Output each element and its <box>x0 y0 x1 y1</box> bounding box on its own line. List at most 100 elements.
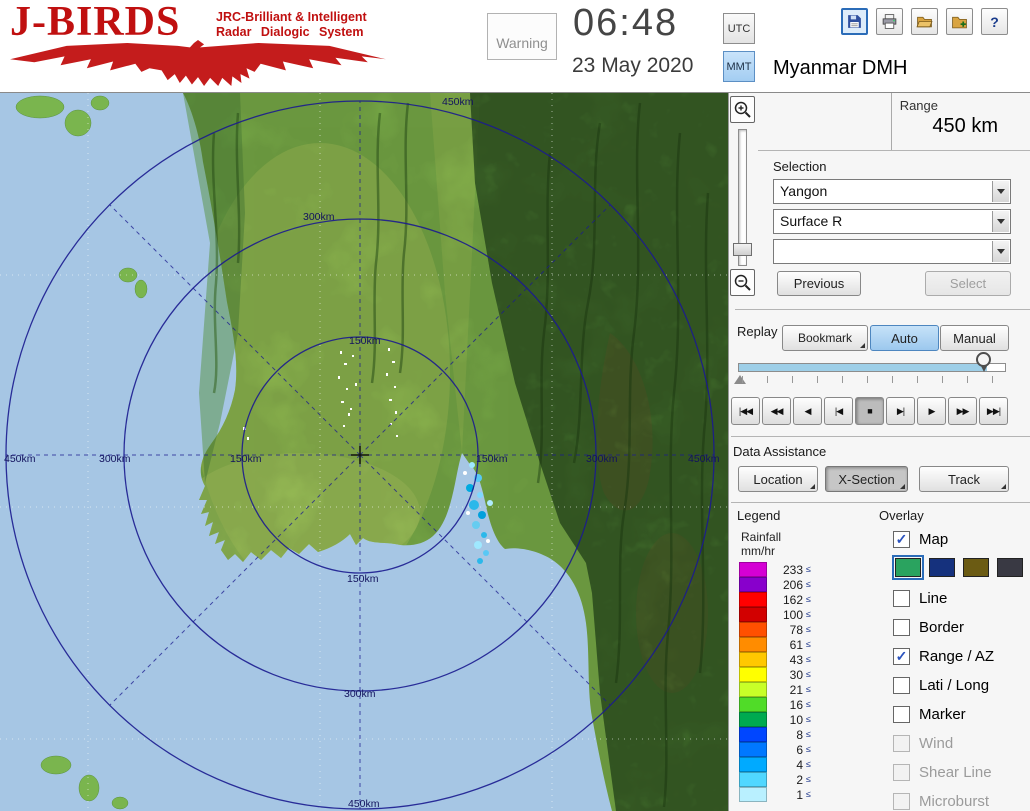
print-icon <box>881 13 898 30</box>
save-button[interactable] <box>841 8 868 35</box>
fast-rewind-button[interactable]: ◀◀ <box>762 397 791 425</box>
range-ring-label: 150km <box>349 335 381 347</box>
legend-value: 61 <box>775 638 803 652</box>
extra-dropdown[interactable] <box>773 239 1011 264</box>
legend-color-swatch <box>739 652 767 667</box>
map-color-swatch-gray[interactable] <box>997 558 1023 577</box>
stop-button[interactable]: ■ <box>855 397 884 425</box>
step-forward-button[interactable]: ▶| <box>886 397 915 425</box>
overlay-label: Range / AZ <box>919 648 994 665</box>
zoom-slider-thumb[interactable] <box>733 243 752 256</box>
overlay-row-line[interactable]: Line <box>893 588 947 608</box>
legend-value: 16 <box>775 698 803 712</box>
track-button[interactable]: Track <box>919 466 1009 492</box>
legend-row: 61≤ <box>739 637 811 652</box>
site-dropdown-button[interactable] <box>992 181 1009 202</box>
legend-value: 78 <box>775 623 803 637</box>
divider <box>735 309 1030 310</box>
bookmark-button[interactable]: Bookmark <box>782 325 868 351</box>
help-icon: ? <box>990 14 999 30</box>
marker-checkbox[interactable] <box>893 706 910 723</box>
legend-lte-icon: ≤ <box>806 594 811 604</box>
timezone-utc-button[interactable]: UTC <box>723 13 755 44</box>
chevron-down-icon <box>997 219 1005 224</box>
help-button[interactable]: ? <box>981 8 1008 35</box>
map-color-swatch-navy[interactable] <box>929 558 955 577</box>
rainfall-legend: 233≤ 206≤ 162≤ 100≤ 78≤ 61≤ 43≤ 30≤ 21≤ … <box>739 562 811 802</box>
product-dropdown[interactable]: Surface R <box>773 209 1011 234</box>
extra-dropdown-button[interactable] <box>992 241 1009 262</box>
legend-row: 30≤ <box>739 667 811 682</box>
replay-label: Replay <box>737 324 777 339</box>
wind-checkbox <box>893 735 910 752</box>
range-label: Range <box>900 98 938 113</box>
replay-timeline-thumb[interactable] <box>976 352 991 367</box>
legend-row: 8≤ <box>739 727 811 742</box>
play-button[interactable]: ▶ <box>917 397 946 425</box>
skip-to-end-button[interactable]: ▶▶| <box>979 397 1008 425</box>
overlay-label: Lati / Long <box>919 677 989 694</box>
map-color-swatch-green[interactable] <box>895 558 921 577</box>
divider <box>731 436 1030 437</box>
border-checkbox[interactable] <box>893 619 910 636</box>
overlay-row-map[interactable]: ✓ Map <box>893 529 948 549</box>
location-button[interactable]: Location <box>738 466 818 492</box>
auto-mode-button[interactable]: Auto <box>870 325 939 351</box>
fast-forward-button[interactable]: ▶▶ <box>948 397 977 425</box>
product-dropdown-button[interactable] <box>992 211 1009 232</box>
skip-to-start-button[interactable]: |◀◀ <box>731 397 760 425</box>
legend-row: 2≤ <box>739 772 811 787</box>
open-file-button[interactable] <box>911 8 938 35</box>
range-ring-label: 450km <box>4 453 36 465</box>
app-logo-subtitle: JRC-Brilliant & Intelligent Radar Dialog… <box>216 10 367 40</box>
zoom-in-button[interactable] <box>730 96 755 123</box>
legend-value: 4 <box>775 758 803 772</box>
legend-lte-icon: ≤ <box>806 579 811 589</box>
overlay-row-shear-line: Shear Line <box>893 762 992 782</box>
range-ring-label: 150km <box>230 453 262 465</box>
overlay-row-range-az[interactable]: ✓ Range / AZ <box>893 646 994 666</box>
toolbar: ? <box>841 8 1008 35</box>
legend-value: 100 <box>775 608 803 622</box>
select-button[interactable]: Select <box>925 271 1011 296</box>
control-panel: Range 450 km Selection Yangon Surface R … <box>728 93 1030 811</box>
previous-button[interactable]: Previous <box>777 271 861 296</box>
overlay-row-marker[interactable]: Marker <box>893 704 966 724</box>
legend-row: 1≤ <box>739 787 811 802</box>
line-checkbox[interactable] <box>893 590 910 607</box>
range-ring-label: 300km <box>99 453 131 465</box>
range-az-checkbox[interactable]: ✓ <box>893 648 910 665</box>
legend-color-swatch <box>739 682 767 697</box>
legend-color-swatch <box>739 577 767 592</box>
step-back-button[interactable]: |◀ <box>824 397 853 425</box>
replay-timeline-slider[interactable] <box>738 363 1006 372</box>
x-section-button[interactable]: X-Section <box>825 466 908 492</box>
legend-color-swatch <box>739 562 767 577</box>
timezone-mmt-button[interactable]: MMT <box>723 51 755 82</box>
map-color-swatch-olive[interactable] <box>963 558 989 577</box>
import-data-button[interactable] <box>946 8 973 35</box>
print-button[interactable] <box>876 8 903 35</box>
site-dropdown[interactable]: Yangon <box>773 179 1011 204</box>
legend-row: 4≤ <box>739 757 811 772</box>
play-reverse-button[interactable]: ◀ <box>793 397 822 425</box>
legend-lte-icon: ≤ <box>806 729 811 739</box>
map-checkbox[interactable]: ✓ <box>893 531 910 548</box>
manual-mode-button[interactable]: Manual <box>940 325 1009 351</box>
legend-row: 10≤ <box>739 712 811 727</box>
zoom-out-button[interactable] <box>730 269 755 296</box>
legend-color-swatch <box>739 787 767 802</box>
overlay-row-microburst: Microburst <box>893 791 989 811</box>
replay-timeline-fill <box>739 364 987 371</box>
overlay-row-lati-long[interactable]: Lati / Long <box>893 675 989 695</box>
overlay-label: Line <box>919 590 947 607</box>
overlay-row-border[interactable]: Border <box>893 617 964 637</box>
legend-color-swatch <box>739 607 767 622</box>
station-title: Myanmar DMH <box>773 57 907 80</box>
warning-button[interactable]: Warning <box>487 13 557 60</box>
range-ring-label: 300km <box>586 453 618 465</box>
overlay-title: Overlay <box>879 508 924 523</box>
radar-map[interactable]: 450km 300km 150km 450km 300km 150km 150k… <box>0 93 728 811</box>
chevron-down-icon <box>997 189 1005 194</box>
lati-long-checkbox[interactable] <box>893 677 910 694</box>
